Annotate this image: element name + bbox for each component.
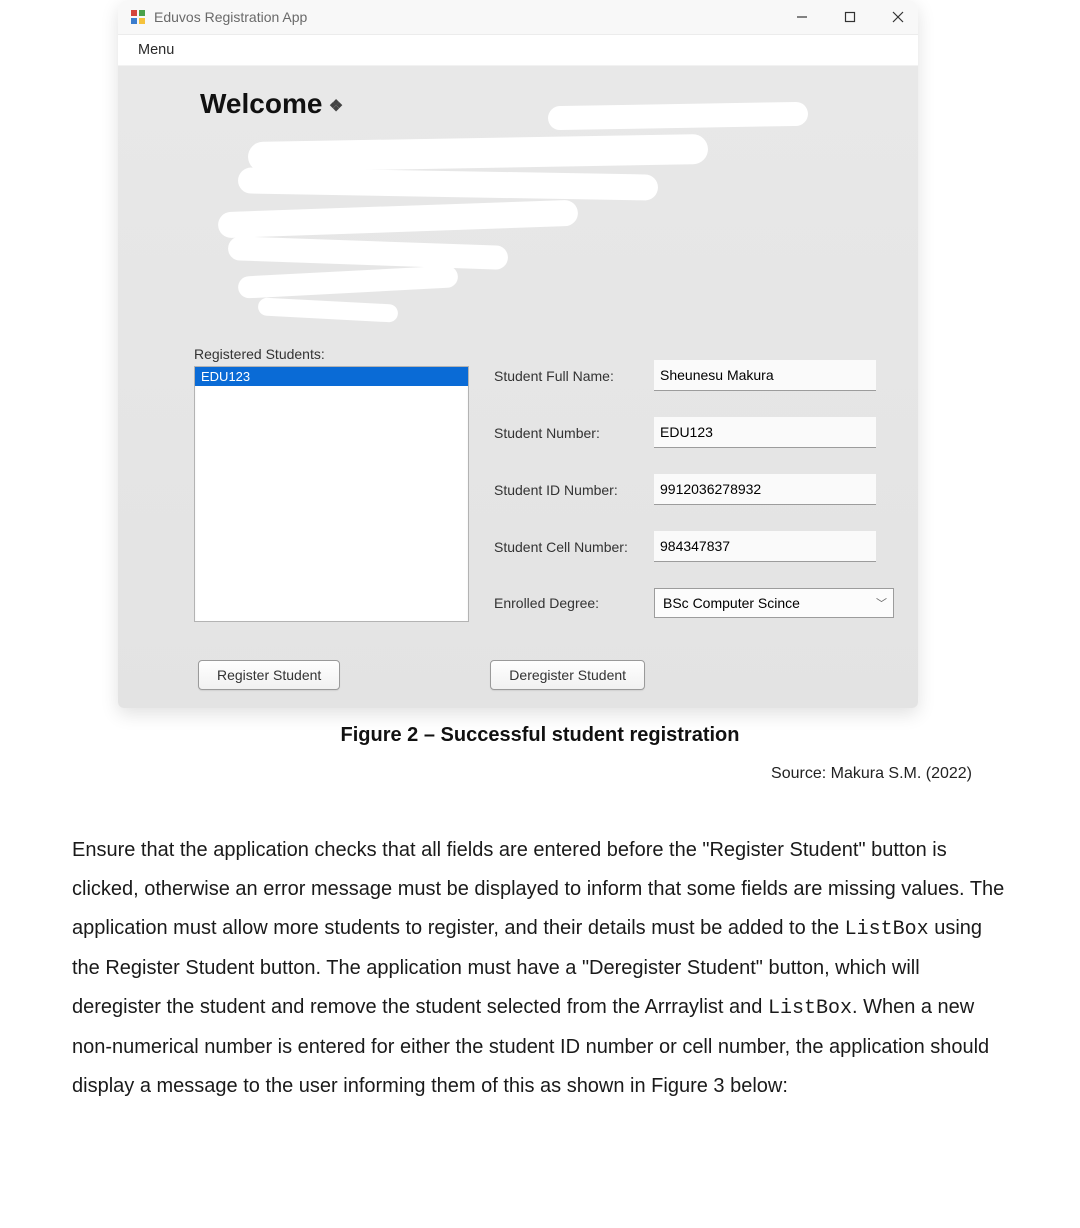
student-id-label: Student ID Number: <box>494 482 654 498</box>
menubar: Menu <box>118 35 918 66</box>
student-cell-field[interactable] <box>654 531 876 562</box>
full-name-field[interactable] <box>654 360 876 391</box>
code-listbox: ListBox <box>768 997 852 1020</box>
app-window: Eduvos Registration App Menu Welcome <box>118 0 918 708</box>
registered-students-label: Registered Students: <box>194 346 472 362</box>
menu-item[interactable]: Menu <box>128 38 184 62</box>
figure-source: Source: Makura S.M. (2022) <box>0 765 972 783</box>
app-icon <box>130 9 146 25</box>
list-item[interactable]: EDU123 <box>195 367 468 386</box>
figure-caption: Figure 2 – Successful student registrati… <box>0 724 1080 747</box>
code-listbox: ListBox <box>845 918 929 941</box>
full-name-label: Student Full Name: <box>494 368 654 384</box>
close-button[interactable] <box>888 7 908 27</box>
chevron-down-icon: ﹀ <box>876 595 887 611</box>
redaction-smudge <box>548 102 808 131</box>
redaction-smudge <box>228 236 509 270</box>
redaction-smudge <box>248 134 708 172</box>
student-number-field[interactable] <box>654 417 876 448</box>
register-student-button[interactable]: Register Student <box>198 660 340 690</box>
window-title: Eduvos Registration App <box>154 9 307 25</box>
enrolled-degree-value: BSc Computer Scince <box>663 595 800 611</box>
enrolled-degree-label: Enrolled Degree: <box>494 595 654 611</box>
minimize-button[interactable] <box>792 7 812 27</box>
redaction-smudge <box>258 297 399 322</box>
redaction-smudge <box>218 200 579 239</box>
welcome-heading: Welcome <box>200 88 345 120</box>
registered-students-listbox[interactable]: EDU123 <box>194 366 469 622</box>
client-area: Welcome Registered Students: EDU123 <box>118 66 918 708</box>
maximize-button[interactable] <box>840 7 860 27</box>
instruction-paragraph: Ensure that the application checks that … <box>72 831 1010 1106</box>
redaction-smudge <box>238 167 658 200</box>
redaction-smudge <box>238 265 459 298</box>
deregister-student-button[interactable]: Deregister Student <box>490 660 645 690</box>
student-number-label: Student Number: <box>494 425 654 441</box>
student-cell-label: Student Cell Number: <box>494 539 654 555</box>
student-id-field[interactable] <box>654 474 876 505</box>
enrolled-degree-combobox[interactable]: BSc Computer Scince ﹀ <box>654 588 894 618</box>
titlebar: Eduvos Registration App <box>118 0 918 35</box>
